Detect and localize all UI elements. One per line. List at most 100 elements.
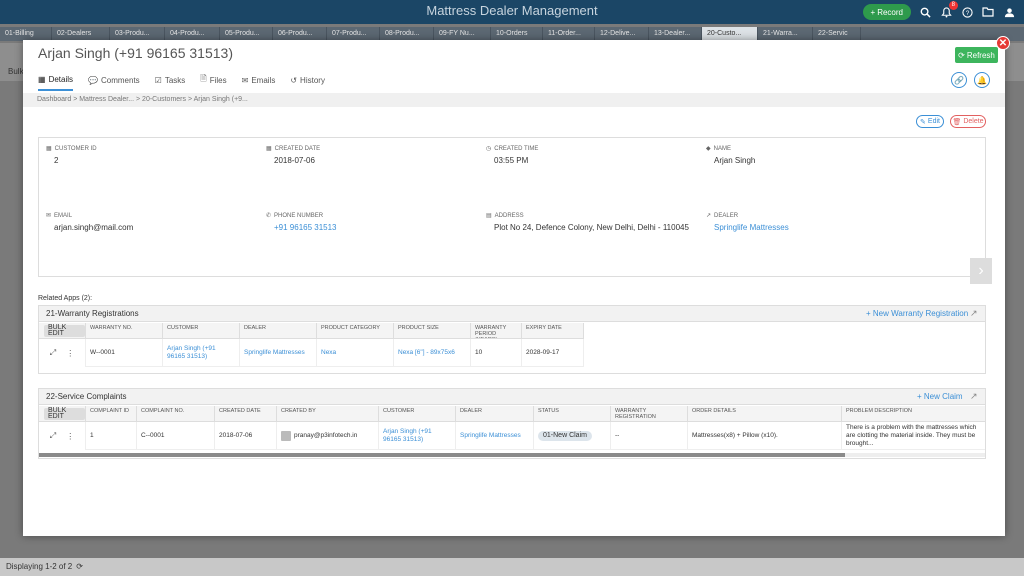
tab-files[interactable]: 🗎 Files <box>200 73 226 91</box>
product-category-link[interactable]: Nexa <box>317 339 394 367</box>
tab-emails[interactable]: ✉ Emails <box>242 73 276 91</box>
table-cell: Mattresses(x8) + Pillow (x10). <box>688 422 842 450</box>
column-header[interactable]: Status <box>534 406 611 422</box>
dealer-link[interactable]: Springlife Mattresses <box>706 223 789 232</box>
tab-details[interactable]: ▦ Details <box>38 73 74 91</box>
app-tab[interactable]: 10-Orders <box>491 27 543 41</box>
table-cell: C--0001 <box>137 422 215 450</box>
bell-icon[interactable]: 8 <box>939 1 958 19</box>
app-tab[interactable]: 11-Order... <box>543 27 595 41</box>
row-actions: ⤢ ⋮ <box>39 422 86 450</box>
chevron-right-icon: › <box>978 262 984 279</box>
external-link-icon[interactable]: ↗ <box>970 308 978 319</box>
table-cell: There is a problem with the mattresses w… <box>842 422 985 450</box>
table-cell: 2018-07-06 <box>215 422 277 450</box>
column-header[interactable]: Created Date <box>215 406 277 422</box>
external-link-icon[interactable]: ↗ <box>970 391 978 402</box>
refresh-icon[interactable]: ⟳ <box>76 562 83 572</box>
column-header[interactable]: Problem Description <box>842 406 985 422</box>
table-cell: 10 <box>471 339 522 367</box>
app-topbar: Mattress Dealer Management + Record 8 ? <box>0 0 1024 24</box>
page-footer: Displaying 1-2 of 2 ⟳ <box>0 558 1024 576</box>
app-tab[interactable]: 01-Billing <box>0 27 52 41</box>
column-header[interactable]: Warranty Registration <box>611 406 688 422</box>
table-cell: -- <box>611 422 688 450</box>
more-vertical-icon[interactable]: ⋮ <box>66 349 74 358</box>
tab-comments[interactable]: 💬 Comments <box>88 73 140 91</box>
app-tab[interactable]: 06-Produ... <box>273 27 327 41</box>
customer-link[interactable]: Arjan Singh (+91 96165 31513) <box>379 422 456 450</box>
new-claim-link[interactable]: + New Claim <box>917 392 963 401</box>
app-tab[interactable]: 03-Produ... <box>110 27 165 41</box>
plus-icon: + <box>870 7 876 17</box>
app-tab[interactable]: 05-Produ... <box>220 27 273 41</box>
new-warranty-registration-link[interactable]: + New Warranty Registration <box>866 309 968 318</box>
app-tab[interactable]: 07-Produ... <box>327 27 380 41</box>
edit-button[interactable]: ✎ Edit <box>916 115 944 128</box>
column-header[interactable]: Complaint No. <box>137 406 215 422</box>
column-header[interactable]: Complaint ID <box>86 406 137 422</box>
search-icon[interactable] <box>918 5 932 19</box>
app-tab[interactable]: 21-Warra... <box>758 27 813 41</box>
column-header[interactable]: Customer <box>163 323 240 339</box>
column-header[interactable]: Dealer <box>240 323 317 339</box>
checkbox-icon: ☑ <box>154 75 162 85</box>
dealer-link[interactable]: Springlife Mattresses <box>240 339 317 367</box>
app-tab[interactable]: 02-Dealers <box>52 27 110 41</box>
app-tab[interactable]: 22-Servic <box>813 27 861 41</box>
app-tab-active[interactable]: 20-Custo... <box>702 27 758 41</box>
avatar <box>281 430 291 441</box>
panel-title: 22-Service Complaints <box>46 392 127 401</box>
breadcrumb[interactable]: Dashboard > Mattress Dealer... > 20-Cust… <box>23 93 1005 107</box>
svg-text:?: ? <box>965 9 969 16</box>
field-dealer: ↗ Dealer Springlife Mattresses <box>706 212 789 233</box>
expand-icon[interactable]: ⤢ <box>50 348 56 358</box>
customer-link[interactable]: Arjan Singh (+91 96165 31513) <box>163 339 240 367</box>
close-icon: ✕ <box>998 38 1008 49</box>
field-created-time: ◷ Created Time 03:55 PM <box>486 145 539 166</box>
bulk-edit-cell: Bulk Edit <box>39 406 86 422</box>
column-header[interactable]: Warranty No. <box>86 323 163 339</box>
close-modal-button[interactable]: ✕ <box>996 36 1010 50</box>
clock-icon: ◷ <box>486 146 492 152</box>
bulk-edit-button[interactable]: Bulk Edit <box>44 324 85 337</box>
scrollbar-thumb[interactable] <box>39 453 845 457</box>
column-header[interactable]: Expiry Date <box>522 323 584 339</box>
delete-button[interactable]: 🗑 Delete <box>950 115 986 128</box>
field-phone: ✆ Phone Number +91 96165 31513 <box>266 212 337 233</box>
notification-count: 8 <box>948 1 958 10</box>
column-header[interactable]: Customer <box>379 406 456 422</box>
status-badge: 01-New Claim <box>538 430 592 441</box>
app-tab[interactable]: 13-Dealer... <box>649 27 702 41</box>
column-header[interactable]: Order Details <box>688 406 842 422</box>
column-header[interactable]: Dealer <box>456 406 534 422</box>
link-icon: 🔗 <box>954 75 964 85</box>
column-header[interactable]: Warranty Period (Years) <box>471 323 522 339</box>
help-icon[interactable]: ? <box>960 5 974 19</box>
column-header[interactable]: Product Category <box>317 323 394 339</box>
more-vertical-icon[interactable]: ⋮ <box>66 432 74 441</box>
product-size-link[interactable]: Nexa [6"] - 89x75x6 <box>394 339 471 367</box>
service-complaints-panel: 22-Service Complaints + New Claim ↗ Bulk… <box>38 388 986 459</box>
horizontal-scrollbar[interactable] <box>39 453 985 457</box>
column-header[interactable]: Product Size <box>394 323 471 339</box>
expand-icon[interactable]: ⤢ <box>50 431 56 441</box>
bell-button[interactable]: 🔔 <box>974 72 990 88</box>
column-header[interactable]: Created By <box>277 406 379 422</box>
app-tab[interactable]: 08-Produ... <box>380 27 434 41</box>
link-button[interactable]: 🔗 <box>951 72 967 88</box>
next-record-arrow[interactable]: › <box>970 258 992 284</box>
folder-icon[interactable] <box>981 5 995 19</box>
phone-link[interactable]: +91 96165 31513 <box>266 223 337 232</box>
bulk-edit-button[interactable]: Bulk Edit <box>44 407 85 420</box>
dealer-link[interactable]: Springlife Mattresses <box>456 422 534 450</box>
app-tab[interactable]: 04-Produ... <box>165 27 220 41</box>
add-record-button[interactable]: + Record <box>862 4 911 20</box>
app-tab[interactable]: 12-Delive... <box>595 27 649 41</box>
user-icon[interactable] <box>1002 5 1016 19</box>
tab-history[interactable]: ↺ History <box>290 73 325 91</box>
refresh-button[interactable]: ⟳ Refresh <box>955 47 998 63</box>
field-email: ✉ Email arjan.singh@mail.com <box>46 212 134 233</box>
tab-tasks[interactable]: ☑ Tasks <box>155 73 186 91</box>
app-tab[interactable]: 09-FY Nu... <box>434 27 491 41</box>
